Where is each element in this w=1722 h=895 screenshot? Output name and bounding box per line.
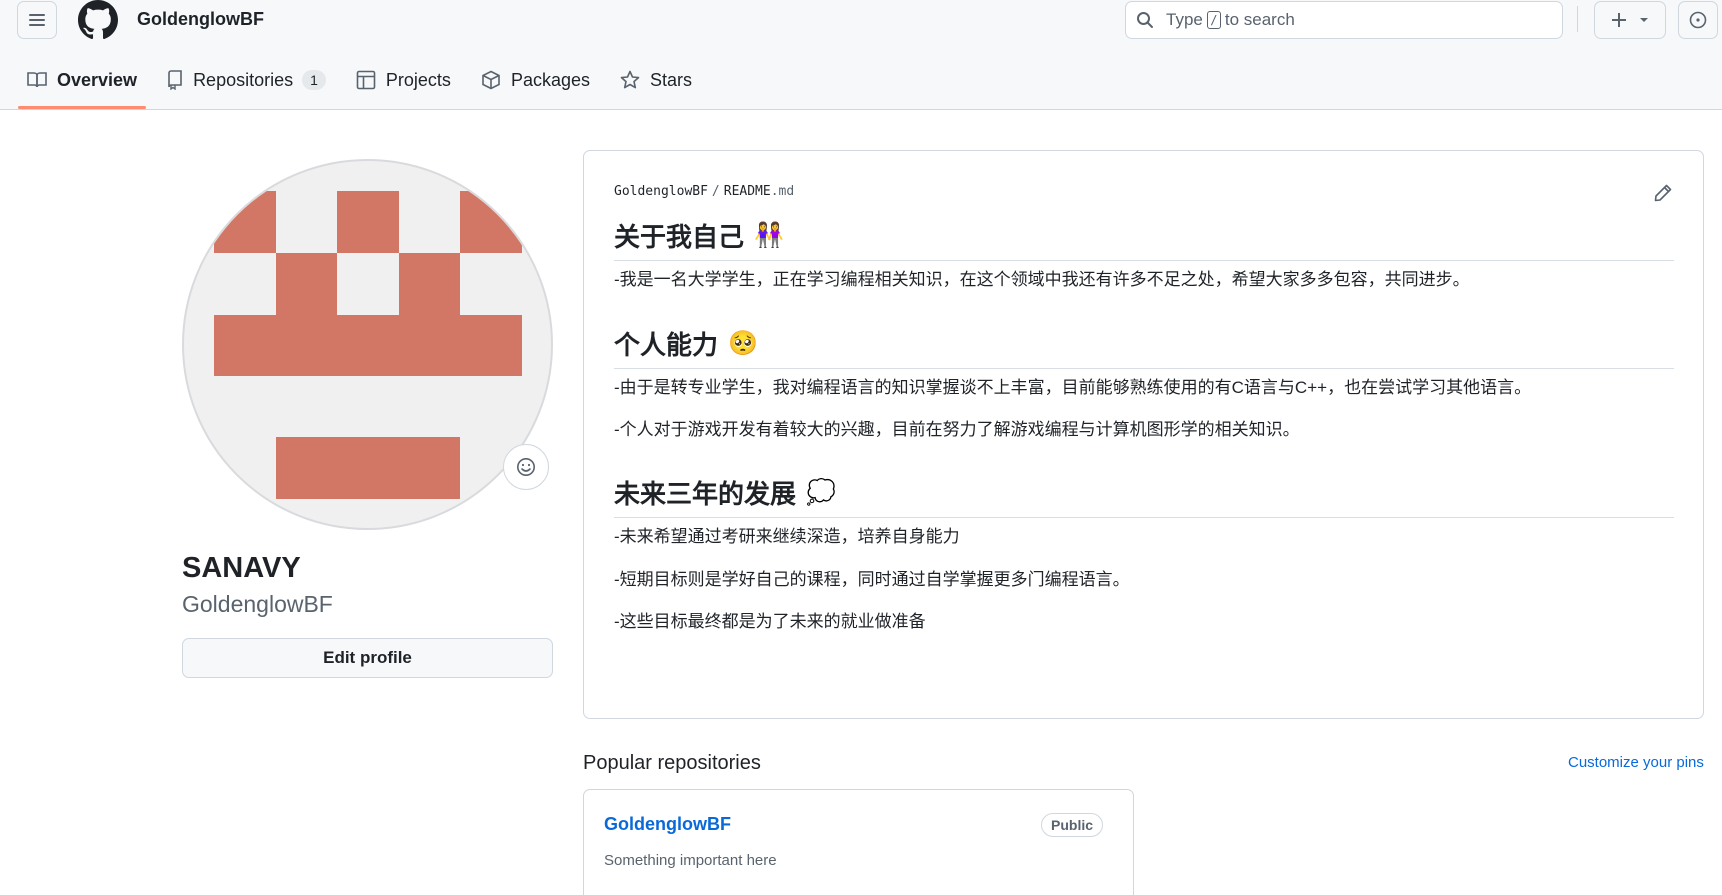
- hamburger-icon: [29, 14, 45, 26]
- readme-path-owner[interactable]: GoldenglowBF: [614, 184, 708, 199]
- readme-paragraph: -短期目标则是学好自己的课程，同时通过自学掌握更多门编程语言。: [614, 570, 1130, 589]
- github-logo-icon[interactable]: [78, 0, 118, 40]
- readme-path-file[interactable]: README: [724, 184, 771, 199]
- search-input[interactable]: Type / to search: [1125, 1, 1563, 39]
- repo-icon: [168, 70, 182, 90]
- package-icon: [482, 70, 500, 90]
- tab-overview[interactable]: Overview: [18, 62, 147, 109]
- search-icon: [1137, 12, 1153, 28]
- tab-overview-label: Overview: [57, 69, 138, 90]
- edit-readme-button[interactable]: [1653, 183, 1673, 208]
- readme-heading: 未来三年的发展 💭: [614, 474, 1674, 518]
- repo-name-link[interactable]: GoldenglowBF: [604, 814, 731, 835]
- repositories-count-badge: 1: [302, 70, 326, 90]
- readme-paragraph: -这些目标最终都是为了未来的就业做准备: [614, 612, 926, 631]
- avatar-pixel: [337, 191, 399, 253]
- star-icon: [620, 70, 640, 89]
- search-placeholder-suffix: to search: [1224, 10, 1295, 29]
- create-new-button[interactable]: [1594, 1, 1666, 39]
- smiley-icon: [517, 458, 535, 476]
- readme-card: GoldenglowBF / README.md 关于我自己 👭 -我是一名大学学生…: [583, 150, 1704, 719]
- tab-packages[interactable]: Packages: [472, 62, 599, 98]
- repo-description: Something important here: [604, 852, 777, 869]
- edit-profile-button[interactable]: Edit profile: [182, 638, 553, 678]
- avatar-pixel: [214, 191, 276, 253]
- header-owner-link[interactable]: GoldenglowBF: [137, 9, 264, 30]
- book-icon: [27, 72, 47, 88]
- issue-opened-icon: [1689, 11, 1707, 29]
- readme-paragraph: -我是一名大学学生，正在学习编程相关知识，在这个领域中我还有许多不足之处，希望大…: [614, 270, 1470, 289]
- readme-heading: 关于我自己 👭: [614, 217, 1674, 261]
- readme-paragraph: -由于是转专业学生，我对编程语言的知识掌握谈不上丰富，目前能够熟练使用的有C语言…: [614, 378, 1532, 397]
- readme-path-ext: .md: [770, 184, 795, 199]
- readme-heading-text: 个人能力: [614, 330, 719, 360]
- tab-stars[interactable]: Stars: [611, 62, 701, 98]
- pleading-face-emoji-icon: 🥺: [728, 330, 758, 357]
- avatar[interactable]: [182, 159, 553, 530]
- tab-stars-label: Stars: [650, 69, 693, 90]
- speech-bubble-emoji-icon: 💭: [806, 479, 836, 506]
- issues-button[interactable]: [1678, 1, 1718, 39]
- set-status-button[interactable]: [503, 444, 549, 490]
- tab-projects-label: Projects: [385, 69, 451, 90]
- app-header: GoldenglowBF Type / to search Overview R…: [0, 0, 1722, 110]
- menu-button[interactable]: [17, 1, 57, 39]
- tab-packages-label: Packages: [510, 69, 590, 90]
- avatar-pixel: [399, 253, 460, 315]
- tab-repositories[interactable]: Repositories 1: [158, 62, 335, 98]
- avatar-pixel: [460, 191, 522, 253]
- readme-heading-text: 未来三年的发展: [614, 479, 797, 509]
- chevron-down-icon: [1640, 18, 1648, 22]
- readme-path-separator: /: [711, 184, 720, 199]
- search-placeholder-prefix: Type: [1166, 10, 1203, 29]
- header-divider: [1577, 6, 1578, 32]
- readme-path: GoldenglowBF / README.md: [614, 184, 794, 199]
- readme-paragraph: -未来希望通过考研来继续深造，培养自身能力: [614, 527, 960, 546]
- readme-heading-text: 关于我自己: [614, 222, 745, 252]
- readme-paragraph: -个人对于游戏开发有着较大的兴趣，目前在努力了解游戏编程与计算机图形学的相关知识…: [614, 420, 1300, 439]
- pinned-repo-card: GoldenglowBF Public Something important …: [583, 789, 1134, 895]
- popular-repositories-title: Popular repositories: [583, 752, 761, 774]
- profile-tabs: Overview Repositories 1 Projects Package…: [18, 62, 713, 110]
- readme-heading: 个人能力 🥺: [614, 325, 1674, 369]
- plus-icon: [1612, 13, 1626, 27]
- tab-projects[interactable]: Projects: [347, 62, 460, 98]
- visibility-badge: Public: [1041, 813, 1104, 837]
- profile-login: GoldenglowBF: [182, 591, 333, 617]
- pencil-icon: [1654, 184, 1672, 202]
- two-women-emoji-icon: 👭: [754, 222, 784, 249]
- search-shortcut-key: /: [1206, 11, 1221, 29]
- tab-repositories-label: Repositories: [193, 69, 294, 90]
- customize-pins-link[interactable]: Customize your pins: [1568, 754, 1704, 771]
- avatar-pixel: [276, 437, 460, 499]
- table-icon: [356, 70, 376, 90]
- avatar-pixel: [214, 315, 522, 376]
- profile-name: SANAVY: [182, 552, 301, 584]
- avatar-pixel: [276, 253, 337, 315]
